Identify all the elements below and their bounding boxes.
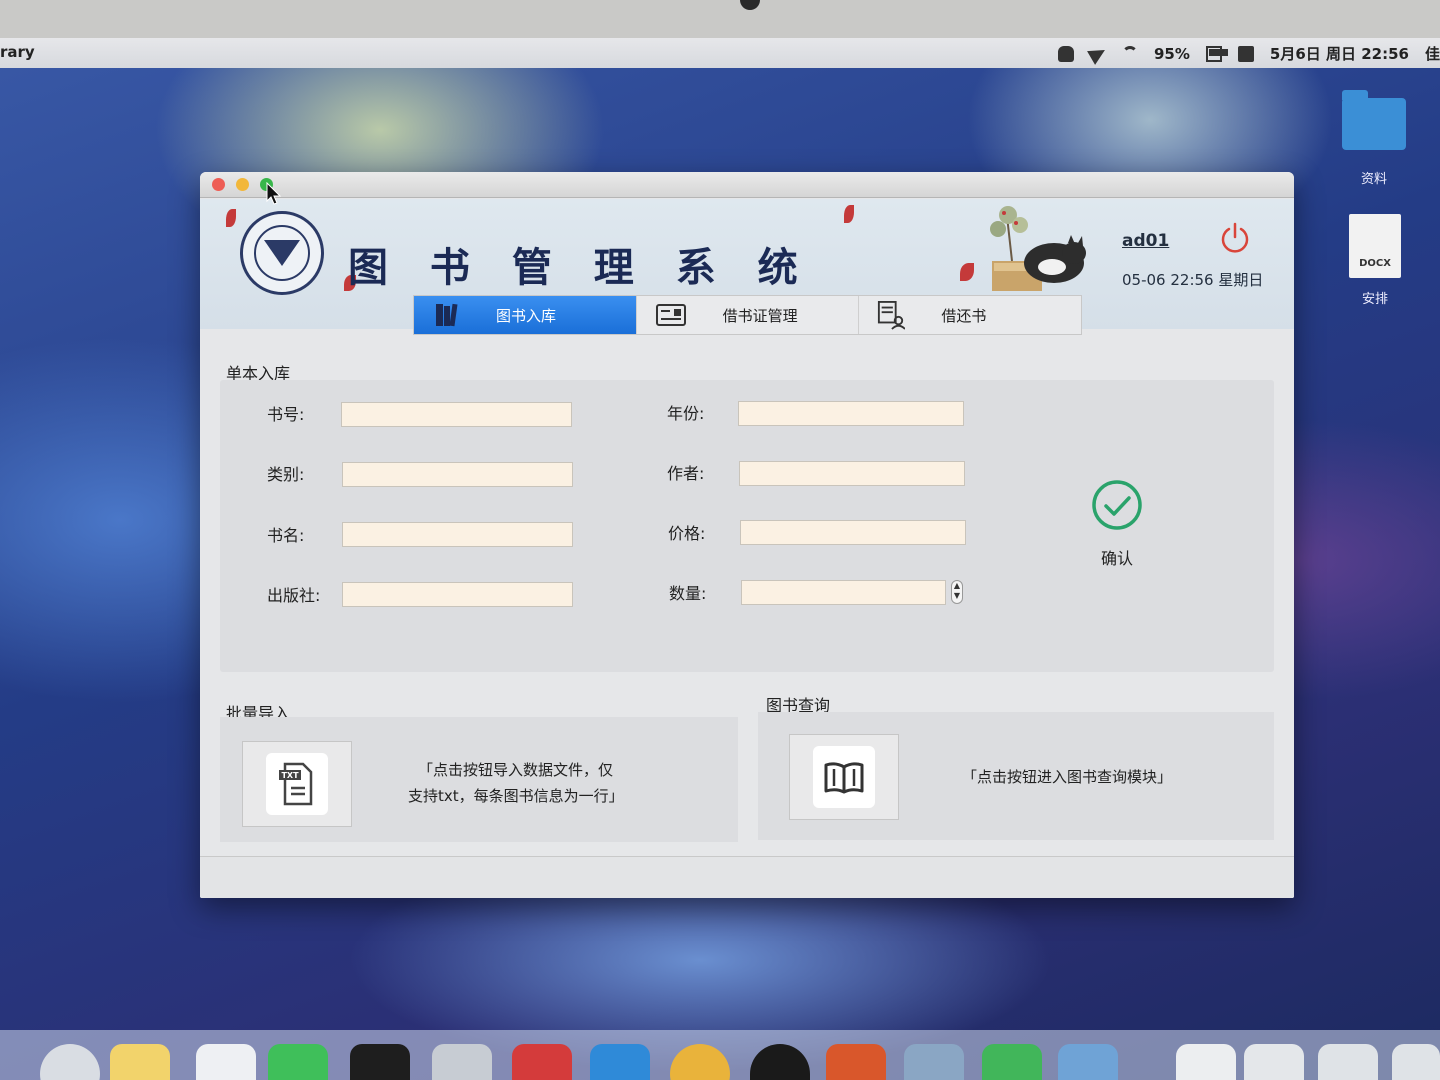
dock-photos-icon[interactable] [904, 1044, 964, 1080]
dock-preview-icon[interactable] [196, 1044, 256, 1080]
category-input[interactable] [342, 462, 573, 487]
dock-facetime-icon[interactable] [268, 1044, 328, 1080]
app-title: 图 书 管 理 系 统 [348, 244, 812, 291]
tab-label: 借书证管理 [722, 306, 798, 325]
current-user[interactable]: ad01 [1122, 231, 1169, 251]
docx-file-icon: DOCX [1349, 214, 1401, 278]
folder-icon [1342, 90, 1406, 150]
quantity-label: 数量: [669, 584, 707, 603]
menubar-clock[interactable]: 5月6日 周日 22:56 [1270, 43, 1409, 64]
books-icon [436, 303, 458, 327]
mouse-pointer-icon [266, 182, 282, 205]
university-seal-logo [240, 211, 324, 295]
tab-label: 图书入库 [496, 306, 557, 325]
window-titlebar[interactable] [200, 172, 1294, 198]
year-input[interactable] [738, 401, 964, 426]
txt-file-icon: TXT [279, 762, 313, 806]
dock-window-thumb[interactable] [1318, 1044, 1378, 1080]
app-window: 图 书 管 理 系 统 ad01 05-06 22:56 星期日 图书入库 借书… [200, 172, 1294, 898]
id-card-icon [655, 304, 686, 326]
dock-terminal-icon[interactable] [350, 1044, 410, 1080]
petal-decoration [844, 205, 854, 223]
dock-window-thumb[interactable] [1392, 1044, 1440, 1080]
header-datetime: 05-06 22:56 星期日 [1122, 271, 1264, 289]
dock [0, 1030, 1440, 1080]
year-label: 年份: [667, 404, 705, 423]
tab-book-entry[interactable]: 图书入库 [414, 296, 637, 334]
batch-import-panel: TXT 「点击按钮导入数据文件，仅 支持txt，每条图书信息为一行」 [220, 717, 738, 842]
calendar-icon[interactable] [1237, 45, 1254, 62]
minimize-window-button[interactable] [236, 178, 249, 191]
desktop-icon-label: 安排 [1361, 292, 1388, 307]
sleeping-cat-illustration [990, 206, 1086, 291]
desktop-folder-ziliao[interactable]: 资料 [1336, 90, 1412, 187]
open-book-query-button[interactable] [789, 734, 899, 820]
tab-library-card[interactable]: 借书证管理 [637, 296, 860, 334]
dock-qt-icon[interactable] [982, 1044, 1042, 1080]
battery-icon[interactable] [1205, 45, 1228, 62]
quantity-input[interactable] [741, 580, 946, 605]
dock-netease-music-icon[interactable] [512, 1044, 572, 1080]
publisher-label: 出版社: [267, 586, 321, 605]
battery-percent[interactable]: 95% [1154, 45, 1190, 63]
dock-powerpoint-icon[interactable] [826, 1044, 886, 1080]
send-icon[interactable] [1087, 42, 1109, 65]
book-query-hint: 「点击按钮进入图书查询模块」 [962, 768, 1173, 786]
import-txt-button[interactable]: TXT [242, 741, 352, 827]
dock-window-thumb[interactable] [1244, 1044, 1304, 1080]
author-input[interactable] [739, 461, 965, 486]
tab-borrow-return[interactable]: 借还书 [859, 296, 1081, 334]
desktop-icon-label: 资料 [1360, 172, 1387, 187]
category-label: 类别: [267, 465, 305, 484]
notification-icon[interactable] [1058, 45, 1074, 62]
book-no-label: 书号: [267, 405, 305, 424]
confirm-check-icon [1092, 480, 1142, 530]
window-status-bar [200, 856, 1294, 898]
dock-scissors-icon[interactable] [432, 1044, 492, 1080]
menubar-app-name[interactable]: rary [0, 43, 35, 61]
dock-document-icon[interactable] [1176, 1044, 1236, 1080]
close-window-button[interactable] [212, 178, 225, 191]
confirm-label: 确认 [1100, 549, 1133, 568]
dock-books-icon[interactable] [1058, 1044, 1118, 1080]
title-label: 书名: [267, 526, 305, 545]
dock-xcode-icon[interactable] [590, 1044, 650, 1080]
batch-import-hint: 「点击按钮导入数据文件，仅 支持txt，每条图书信息为一行」 [408, 757, 624, 809]
dock-qq-icon[interactable] [750, 1044, 810, 1080]
open-book-icon [824, 762, 864, 794]
author-label: 作者: [667, 464, 705, 483]
menu-bar: rary 95% 5月6日 周日 22:56 佳 [0, 38, 1440, 68]
main-tabs: 图书入库 借书证管理 借还书 [413, 295, 1082, 335]
power-logout-icon[interactable] [1218, 221, 1252, 255]
book-query-panel: 「点击按钮进入图书查询模块」 [758, 712, 1274, 840]
dock-stickies-icon[interactable] [110, 1044, 170, 1080]
camera-lens [740, 0, 760, 10]
book-no-input[interactable] [341, 402, 572, 427]
petal-decoration [960, 263, 974, 281]
dock-launchpad-icon[interactable] [40, 1044, 100, 1080]
price-label: 价格: [668, 524, 706, 543]
quantity-stepper[interactable]: ▲ ▼ [951, 580, 963, 604]
price-input[interactable] [740, 520, 966, 545]
batch-hint-line1: 「点击按钮导入数据文件，仅 [418, 761, 614, 779]
borrow-return-icon [878, 301, 906, 330]
screen-bezel [0, 0, 1440, 38]
desktop-file-anpai[interactable]: DOCX 安排 [1340, 214, 1410, 307]
txt-badge: TXT [281, 771, 299, 780]
tab-label: 借还书 [941, 306, 987, 325]
batch-hint-line2: 支持txt，每条图书信息为一行」 [408, 787, 624, 805]
publisher-input[interactable] [342, 582, 573, 607]
petal-decoration [226, 209, 236, 227]
dock-chrome-icon[interactable] [670, 1044, 730, 1080]
menubar-user[interactable]: 佳 [1425, 43, 1440, 64]
title-input[interactable] [342, 522, 573, 547]
wifi-icon[interactable] [1122, 45, 1138, 62]
confirm-button[interactable]: 确认 [1082, 477, 1152, 577]
